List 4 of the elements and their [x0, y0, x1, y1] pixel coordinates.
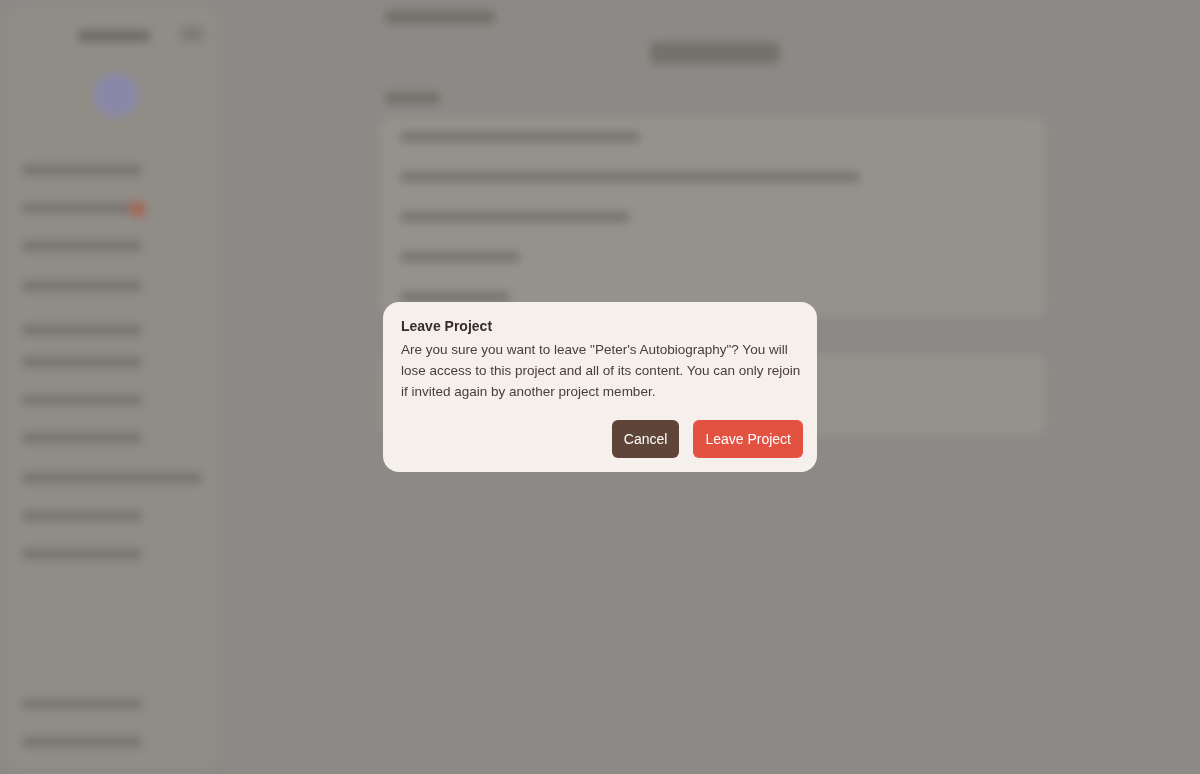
dialog-message: Are you sure you want to leave "Peter's Autobiography"? You will lose access to this project and all of its content. You can only rejoin if invited again by another project member. — [401, 341, 802, 401]
cancel-button[interactable]: Cancel — [611, 420, 680, 458]
leave-project-button[interactable]: Leave Project — [693, 420, 803, 458]
dialog-title: Leave Project — [401, 318, 494, 334]
